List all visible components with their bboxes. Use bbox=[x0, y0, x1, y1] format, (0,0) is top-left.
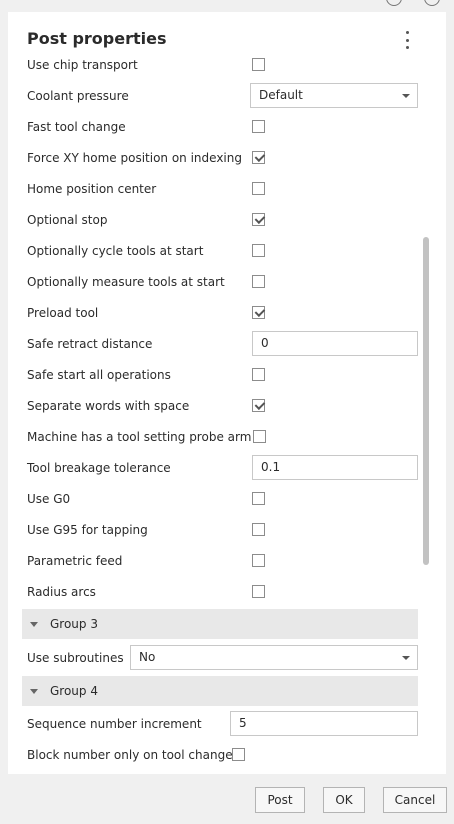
use-g0-checkbox[interactable] bbox=[252, 491, 265, 505]
property-row: Safe retract distance 0 bbox=[22, 328, 418, 359]
property-row: Tool breakage tolerance 0.1 bbox=[22, 452, 418, 483]
property-label: Tool breakage tolerance bbox=[27, 460, 171, 475]
property-row: Machine has a tool setting probe arm bbox=[22, 421, 418, 452]
property-row: Optionally measure tools at start bbox=[22, 266, 418, 297]
property-row: Fast tool change bbox=[22, 111, 418, 142]
property-label: Safe start all operations bbox=[27, 367, 171, 382]
cancel-button[interactable]: Cancel bbox=[383, 787, 447, 813]
property-row: Separate words with space bbox=[22, 390, 418, 421]
vertical-scrollbar[interactable] bbox=[423, 237, 429, 565]
ok-button[interactable]: OK bbox=[323, 787, 365, 813]
property-row: Parametric feed bbox=[22, 545, 418, 576]
group-label: Group 3 bbox=[50, 617, 98, 631]
window-top-strip bbox=[0, 0, 454, 12]
radius-arcs-checkbox[interactable] bbox=[252, 584, 265, 598]
use-subroutines-select[interactable]: No bbox=[130, 645, 418, 670]
force-xy-home-checkbox[interactable] bbox=[252, 150, 265, 164]
tool-breakage-tolerance-input[interactable]: 0.1 bbox=[252, 455, 418, 480]
property-label: Sequence number increment bbox=[27, 716, 202, 731]
property-label: Fast tool change bbox=[27, 119, 126, 134]
dropdown-caret-icon bbox=[402, 94, 410, 98]
group-3-header[interactable]: Group 3 bbox=[22, 609, 418, 639]
property-label: Use G95 for tapping bbox=[27, 522, 148, 537]
preload-tool-checkbox[interactable] bbox=[252, 305, 265, 319]
optionally-measure-tools-checkbox[interactable] bbox=[252, 274, 265, 288]
property-row: Force XY home position on indexing bbox=[22, 142, 418, 173]
property-row: Use chip transport bbox=[22, 49, 418, 80]
block-number-only-checkbox[interactable] bbox=[232, 747, 245, 761]
property-row: Home position center bbox=[22, 173, 418, 204]
property-label: Coolant pressure bbox=[27, 88, 129, 103]
dropdown-caret-icon bbox=[402, 656, 410, 660]
home-position-center-checkbox[interactable] bbox=[252, 181, 265, 195]
property-label: Machine has a tool setting probe arm bbox=[27, 429, 252, 444]
sequence-number-increment-input[interactable]: 5 bbox=[230, 711, 418, 736]
property-row: Use G0 bbox=[22, 483, 418, 514]
parametric-feed-checkbox[interactable] bbox=[252, 553, 265, 567]
property-label: Radius arcs bbox=[27, 584, 96, 599]
history-icon[interactable] bbox=[386, 0, 402, 6]
separate-words-checkbox[interactable] bbox=[252, 398, 265, 412]
property-row: Sequence number increment 5 bbox=[22, 708, 418, 739]
property-row: Optional stop bbox=[22, 204, 418, 235]
property-row: Optionally cycle tools at start bbox=[22, 235, 418, 266]
optionally-cycle-tools-checkbox[interactable] bbox=[252, 243, 265, 257]
property-label: Preload tool bbox=[27, 305, 99, 320]
collapse-caret-icon bbox=[30, 622, 38, 627]
fast-tool-change-checkbox[interactable] bbox=[252, 119, 265, 133]
property-label: Separate words with space bbox=[27, 398, 190, 413]
property-row: Safe start all operations bbox=[22, 359, 418, 390]
group-label: Group 4 bbox=[50, 684, 98, 698]
coolant-pressure-select[interactable]: Default bbox=[250, 83, 418, 108]
more-options-icon[interactable] bbox=[396, 30, 418, 50]
property-label: Use G0 bbox=[27, 491, 71, 506]
optional-stop-checkbox[interactable] bbox=[252, 212, 265, 226]
select-value: No bbox=[139, 650, 156, 664]
property-label: Safe retract distance bbox=[27, 336, 153, 351]
probe-arm-checkbox[interactable] bbox=[253, 429, 266, 443]
property-label: Use chip transport bbox=[27, 57, 138, 72]
collapse-caret-icon bbox=[30, 689, 38, 694]
property-row: Preload tool bbox=[22, 297, 418, 328]
use-g95-checkbox[interactable] bbox=[252, 522, 265, 536]
safe-retract-distance-input[interactable]: 0 bbox=[252, 331, 418, 356]
panel-title: Post properties bbox=[27, 29, 167, 48]
post-button[interactable]: Post bbox=[255, 787, 305, 813]
info-icon[interactable] bbox=[424, 0, 440, 6]
property-label: Optional stop bbox=[27, 212, 108, 227]
property-label: Parametric feed bbox=[27, 553, 123, 568]
property-row: Use G95 for tapping bbox=[22, 514, 418, 545]
property-row: Use subroutines No bbox=[22, 642, 418, 673]
use-chip-transport-checkbox[interactable] bbox=[252, 57, 265, 71]
property-label: Force XY home position on indexing bbox=[27, 150, 242, 165]
property-row: Radius arcs bbox=[22, 576, 418, 607]
property-label: Optionally measure tools at start bbox=[27, 274, 225, 289]
property-row: Block number only on tool change bbox=[22, 739, 418, 770]
property-row: Coolant pressure Default bbox=[22, 80, 418, 111]
group-4-header[interactable]: Group 4 bbox=[22, 676, 418, 706]
safe-start-all-checkbox[interactable] bbox=[252, 367, 265, 381]
property-label: Use subroutines bbox=[27, 650, 124, 665]
property-label: Home position center bbox=[27, 181, 157, 196]
property-label: Block number only on tool change bbox=[27, 747, 233, 762]
select-value: Default bbox=[259, 88, 303, 102]
property-label: Optionally cycle tools at start bbox=[27, 243, 204, 258]
